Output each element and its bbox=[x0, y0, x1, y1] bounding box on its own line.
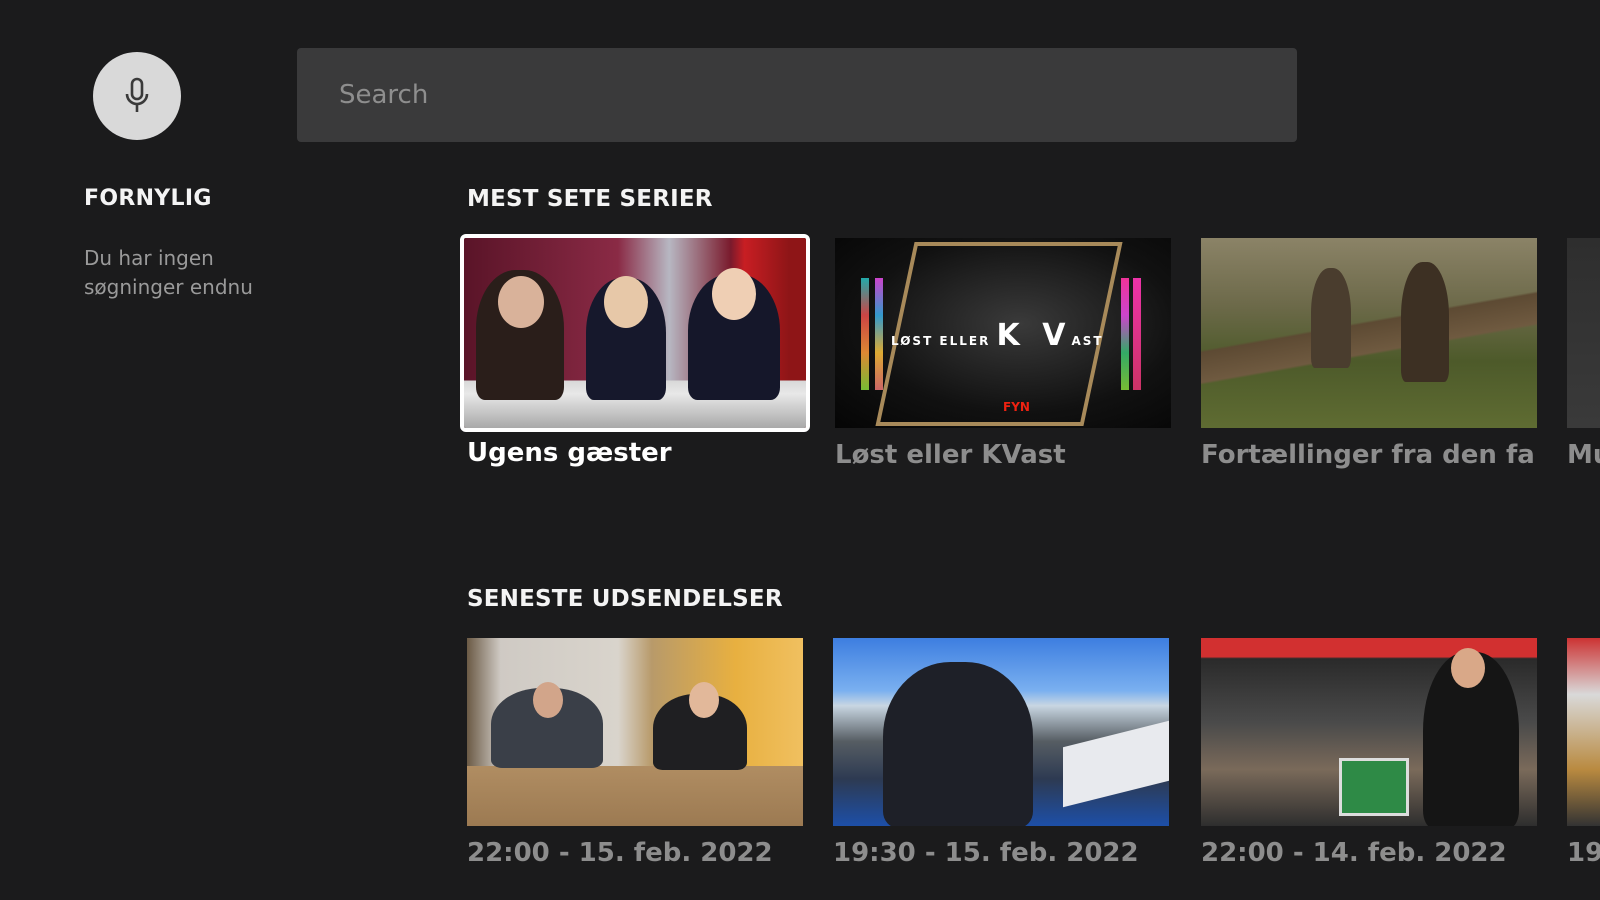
series-title: Mu bbox=[1567, 440, 1600, 470]
voice-search-button[interactable] bbox=[93, 52, 181, 140]
most-watched-row: Ugens gæster LØST ELLER K VAST FYN Løst … bbox=[460, 234, 1600, 498]
broadcast-card[interactable]: 22:00 - 14. feb. 2022 bbox=[1201, 638, 1537, 868]
broadcast-time: 19 bbox=[1567, 838, 1600, 868]
broadcast-thumbnail bbox=[1567, 638, 1600, 826]
broadcast-thumbnail bbox=[833, 638, 1169, 826]
search-bar[interactable] bbox=[297, 47, 1297, 143]
recent-searches-title: FORNYLIG bbox=[84, 186, 212, 211]
broadcast-card[interactable]: 19 bbox=[1567, 638, 1600, 868]
search-input[interactable] bbox=[337, 47, 1297, 143]
microphone-icon bbox=[125, 77, 149, 112]
broadcast-time: 19:30 - 15. feb. 2022 bbox=[833, 838, 1139, 868]
series-thumbnail bbox=[1201, 238, 1537, 428]
fyn-badge: FYN bbox=[1003, 400, 1030, 414]
section-title-latest-broadcasts: SENESTE UDSENDELSER bbox=[467, 586, 783, 612]
broadcast-thumbnail bbox=[1201, 638, 1537, 826]
series-thumbnail bbox=[460, 234, 810, 432]
recent-searches-empty-text: Du har ingen søgninger endnu bbox=[84, 246, 253, 299]
broadcast-thumbnail bbox=[467, 638, 803, 826]
series-title: Løst eller KVast bbox=[835, 440, 1066, 470]
series-card[interactable]: LØST ELLER K VAST FYN Løst eller KVast bbox=[835, 238, 1171, 470]
series-title: Ugens gæster bbox=[467, 438, 672, 468]
series-card[interactable]: Fortællinger fra den fa.. bbox=[1201, 238, 1537, 470]
series-card[interactable]: Mu bbox=[1567, 238, 1600, 470]
latest-broadcasts-row: 22:00 - 15. feb. 2022 19:30 - 15. feb. 2… bbox=[467, 638, 1600, 898]
kvast-logo: LØST ELLER K VAST bbox=[891, 318, 1104, 353]
series-title: Fortællinger fra den fa.. bbox=[1201, 440, 1537, 470]
section-title-most-watched: MEST SETE SERIER bbox=[467, 186, 713, 212]
search-screen: FORNYLIG Du har ingen søgninger endnu ME… bbox=[0, 0, 1600, 900]
series-card[interactable]: Ugens gæster bbox=[460, 234, 810, 468]
broadcast-card[interactable]: 22:00 - 15. feb. 2022 bbox=[467, 638, 803, 868]
broadcast-card[interactable]: 19:30 - 15. feb. 2022 bbox=[833, 638, 1169, 868]
broadcast-time: 22:00 - 15. feb. 2022 bbox=[467, 838, 773, 868]
series-thumbnail: LØST ELLER K VAST FYN bbox=[835, 238, 1171, 428]
series-thumbnail bbox=[1567, 238, 1600, 428]
broadcast-time: 22:00 - 14. feb. 2022 bbox=[1201, 838, 1507, 868]
